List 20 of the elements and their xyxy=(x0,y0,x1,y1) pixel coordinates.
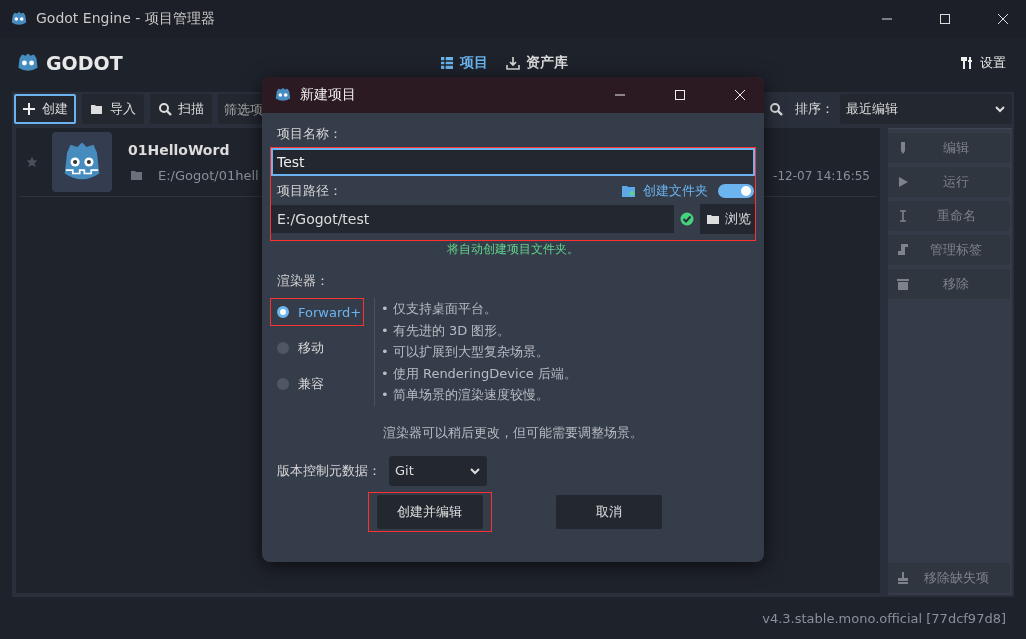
dialog-title: 新建项目 xyxy=(300,86,356,104)
path-status-text: 将自动创建项目文件夹。 xyxy=(446,241,580,258)
project-name: 01HelloWord xyxy=(128,141,231,158)
renderer-label: 渲染器： xyxy=(277,272,330,290)
project-date: -12-07 14:16:55 xyxy=(773,169,870,183)
renderer-note: • 仅支持桌面平台。 xyxy=(381,300,498,318)
field-label: 项目路径： xyxy=(277,182,342,200)
logo-text: GODOT xyxy=(46,52,123,74)
window-title: Godot Engine - 项目管理器 xyxy=(36,10,215,28)
vcs-label: 版本控制元数据： xyxy=(277,461,381,480)
project-path: E:/Gogot/01hell xyxy=(158,167,259,183)
renderer-note: • 使用 RenderingDevice 后端。 xyxy=(381,364,577,383)
field-label: 项目名称： xyxy=(277,125,343,143)
version-text: v4.3.stable.mono.official [77dcf97d8] xyxy=(762,610,1006,626)
renderer-note: • 简单场景的渲染速度较慢。 xyxy=(381,386,550,404)
renderer-note: • 可以扩展到大型复杂场景。 xyxy=(381,343,550,361)
renderer-note: • 有先进的 3D 图形。 xyxy=(381,321,512,340)
create-folder-label: 创建文件夹 xyxy=(643,182,708,200)
renderer-hint: 渲染器可以稍后更改，但可能需要调整场景。 xyxy=(382,423,644,442)
sort-label: 排序： xyxy=(795,100,834,118)
